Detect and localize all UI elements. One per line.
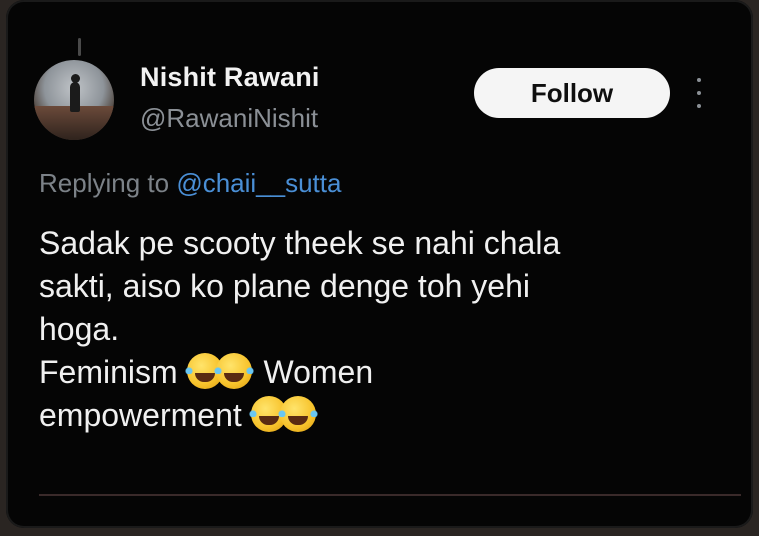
thread-connector-line (78, 38, 81, 56)
body-line-5-text: empowerment (39, 397, 242, 433)
body-line-1: Sadak pe scooty theek se nahi chala (39, 225, 561, 261)
author-name[interactable]: Nishit Rawani (140, 62, 320, 93)
replying-to-line: Replying to @chaii__sutta (39, 168, 341, 199)
laughing-tears-emoji-icon (277, 396, 318, 432)
body-line-2: sakti, aiso ko plane denge toh yehi (39, 268, 530, 304)
tweet-body: Sadak pe scooty theek se nahi chala sakt… (39, 222, 719, 437)
laughing-tears-emoji-icon (213, 353, 254, 389)
divider (39, 494, 741, 496)
more-options-icon[interactable] (692, 78, 706, 108)
emoji-pair-1 (184, 351, 254, 394)
body-line-3: hoga. (39, 311, 120, 347)
tweet-card: Nishit Rawani @RawaniNishit Follow Reply… (6, 0, 753, 528)
emoji-pair-2 (248, 394, 318, 437)
replying-mention-link[interactable]: @chaii__sutta (176, 168, 341, 198)
replying-prefix: Replying to (39, 168, 170, 198)
author-handle[interactable]: @RawaniNishit (140, 103, 318, 134)
body-line-4-start: Feminism (39, 354, 178, 390)
follow-button[interactable]: Follow (474, 68, 670, 118)
body-line-4: Feminism Women (39, 351, 719, 394)
avatar-person-body (70, 82, 80, 112)
body-line-4-end: Women (263, 354, 374, 390)
body-line-5: empowerment (39, 394, 719, 437)
avatar[interactable] (34, 60, 114, 140)
